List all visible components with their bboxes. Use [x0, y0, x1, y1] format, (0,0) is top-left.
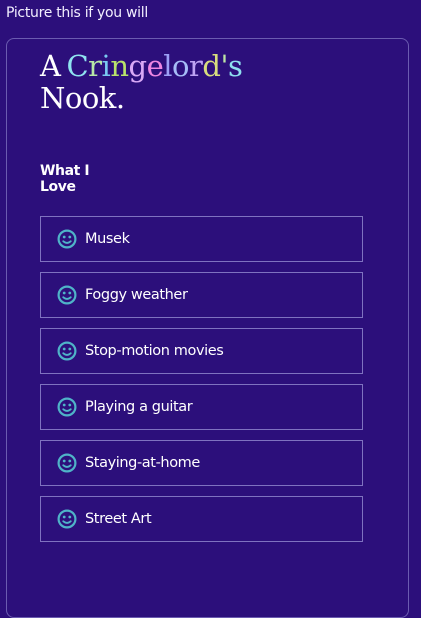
list-item-label: Foggy weather — [85, 287, 188, 303]
title-line-2: Nook. — [40, 81, 125, 115]
list-item: Musek — [40, 216, 363, 262]
page-caption: Picture this if you will — [6, 5, 148, 21]
title-name-letter: r — [189, 49, 203, 83]
list-item-label: Stop-motion movies — [85, 343, 224, 359]
title-line-1: A Cringelord's — [40, 49, 243, 83]
smiley-icon — [57, 285, 77, 305]
title-name-letter: n — [110, 49, 129, 83]
list-item: Street Art — [40, 496, 363, 542]
page-title: A Cringelord's Nook. — [40, 49, 243, 115]
title-name-letter: l — [163, 49, 173, 83]
title-name-letter: d — [202, 49, 221, 83]
smiley-icon — [57, 341, 77, 361]
title-name-letter: o — [172, 49, 189, 83]
title-name-letter: i — [101, 49, 111, 83]
title-name-letter: ' — [220, 49, 228, 83]
smiley-icon — [57, 397, 77, 417]
list-item-label: Musek — [85, 231, 130, 247]
list-item: Playing a guitar — [40, 384, 363, 430]
title-name-letter: s — [227, 49, 243, 83]
smiley-icon — [57, 509, 77, 529]
list-item-label: Playing a guitar — [85, 399, 193, 415]
list-item-label: Street Art — [85, 511, 152, 527]
title-name-letter: e — [146, 49, 164, 83]
title-name-letter: g — [128, 49, 148, 83]
list-item: Staying-at-home — [40, 440, 363, 486]
title-colorful-name: Cringelord's — [66, 49, 242, 83]
smiley-icon — [57, 229, 77, 249]
title-prefix: A — [40, 49, 61, 83]
title-name-letter: r — [88, 49, 102, 83]
love-list: Musek Foggy weather Stop-motion movies Play… — [40, 216, 363, 552]
section-heading: What I Love — [40, 163, 90, 195]
list-item-label: Staying-at-home — [85, 455, 200, 471]
list-item: Stop-motion movies — [40, 328, 363, 374]
title-name-letter: C — [66, 49, 89, 83]
smiley-icon — [57, 453, 77, 473]
list-item: Foggy weather — [40, 272, 363, 318]
